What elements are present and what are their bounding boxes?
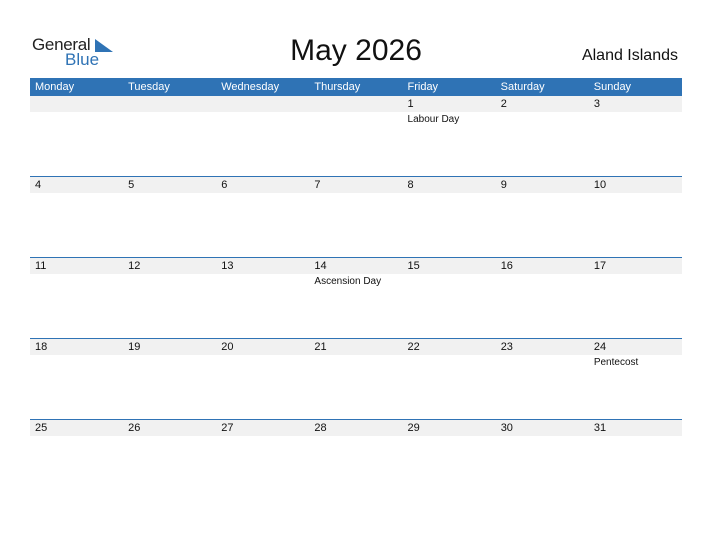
day-number: 6 bbox=[221, 179, 228, 191]
day-number: 19 bbox=[128, 341, 141, 353]
day-cell: 12 bbox=[123, 258, 216, 339]
day-cell: 1 Labour Day bbox=[403, 96, 496, 177]
holiday-label: Pentecost bbox=[593, 357, 639, 368]
day-cell bbox=[30, 96, 123, 177]
day-cell: 20 bbox=[216, 339, 309, 420]
day-cell: 16 bbox=[496, 258, 589, 339]
day-cell: 8 bbox=[403, 177, 496, 258]
day-cell: 31 bbox=[589, 420, 682, 501]
holiday-label: Ascension Day bbox=[314, 276, 382, 287]
day-number: 20 bbox=[221, 341, 234, 353]
day-cell: 28 bbox=[309, 420, 402, 501]
week-row: 4 5 6 7 8 9 10 bbox=[30, 176, 682, 258]
day-number: 27 bbox=[221, 422, 234, 434]
day-cell: 17 bbox=[589, 258, 682, 339]
day-number: 26 bbox=[128, 422, 141, 434]
day-number: 12 bbox=[128, 260, 141, 272]
country-name: Aland Islands bbox=[581, 47, 678, 64]
week-row: 11 12 13 14 Ascension Day 15 16 17 bbox=[30, 257, 682, 339]
weekday-wednesday: Wednesday bbox=[221, 81, 280, 93]
holiday-label: Labour Day bbox=[407, 114, 460, 125]
day-number: 30 bbox=[500, 422, 513, 434]
day-cell: 18 bbox=[30, 339, 123, 420]
day-number: 10 bbox=[593, 179, 607, 191]
day-number: 23 bbox=[500, 341, 513, 353]
day-cell: 25 bbox=[30, 420, 123, 501]
day-cell: 3 bbox=[589, 96, 682, 177]
weekday-friday: Friday bbox=[407, 81, 439, 93]
day-number: 29 bbox=[407, 422, 420, 434]
day-cell: 24 Pentecost bbox=[589, 339, 682, 420]
day-cell: 4 bbox=[30, 177, 123, 258]
weekday-saturday: Saturday bbox=[500, 81, 545, 93]
week-row: 25 26 27 28 29 30 31 bbox=[30, 419, 682, 501]
day-number: 11 bbox=[35, 260, 47, 272]
day-number: 17 bbox=[593, 260, 607, 272]
day-cell: 21 bbox=[309, 339, 402, 420]
day-number: 15 bbox=[407, 260, 420, 272]
day-cell: 14 Ascension Day bbox=[309, 258, 402, 339]
day-number: 21 bbox=[314, 341, 327, 353]
weekday-sunday: Sunday bbox=[593, 81, 632, 93]
day-cell: 26 bbox=[123, 420, 216, 501]
week-row: 18 19 20 21 22 23 24 Pentecost bbox=[30, 338, 682, 420]
day-number: 18 bbox=[35, 341, 48, 353]
day-cell bbox=[216, 96, 309, 177]
day-cell: 22 bbox=[403, 339, 496, 420]
day-number: 5 bbox=[128, 179, 135, 191]
day-number: 16 bbox=[500, 260, 513, 272]
weekday-tuesday: Tuesday bbox=[128, 81, 170, 93]
day-number: 22 bbox=[407, 341, 420, 353]
day-cell: 9 bbox=[496, 177, 589, 258]
month-year: May 2026 bbox=[290, 34, 422, 67]
day-number: 9 bbox=[500, 179, 507, 191]
day-cell: 27 bbox=[216, 420, 309, 501]
day-cell: 29 bbox=[403, 420, 496, 501]
day-number: 31 bbox=[593, 422, 607, 434]
weekday-monday: Monday bbox=[35, 81, 75, 93]
day-cell bbox=[123, 96, 216, 177]
day-number: 14 bbox=[314, 260, 327, 272]
day-cell: 6 bbox=[216, 177, 309, 258]
day-number: 25 bbox=[35, 422, 48, 434]
week-row: 1 Labour Day 2 3 bbox=[30, 96, 682, 177]
day-cell: 2 bbox=[496, 96, 589, 177]
day-cell: 7 bbox=[309, 177, 402, 258]
day-number: 1 bbox=[407, 98, 414, 110]
day-cell: 15 bbox=[403, 258, 496, 339]
day-cell: 11 bbox=[30, 258, 123, 339]
day-cell: 30 bbox=[496, 420, 589, 501]
day-number: 28 bbox=[314, 422, 327, 434]
weekday-thursday: Thursday bbox=[314, 81, 361, 93]
day-number: 3 bbox=[593, 98, 600, 110]
day-cell: 13 bbox=[216, 258, 309, 339]
day-cell: 23 bbox=[496, 339, 589, 420]
day-cell: 10 bbox=[589, 177, 682, 258]
day-cell bbox=[309, 96, 402, 177]
weekday-header: Monday Tuesday Wednesday Thursday Friday… bbox=[30, 78, 682, 96]
day-number: 24 bbox=[593, 341, 607, 353]
day-cell: 19 bbox=[123, 339, 216, 420]
day-number: 13 bbox=[221, 260, 234, 272]
day-number: 2 bbox=[500, 98, 507, 110]
day-number: 8 bbox=[407, 179, 414, 191]
day-number: 4 bbox=[35, 179, 42, 191]
day-cell: 5 bbox=[123, 177, 216, 258]
day-number: 7 bbox=[314, 179, 321, 191]
